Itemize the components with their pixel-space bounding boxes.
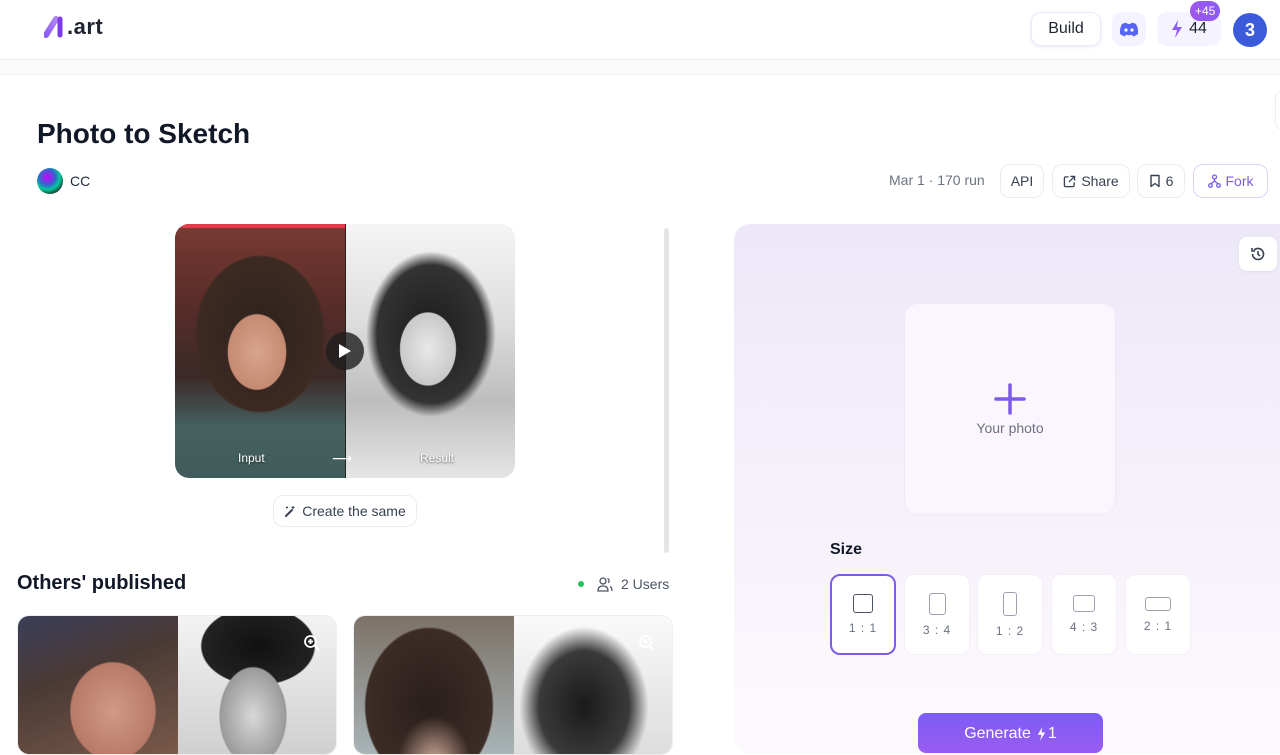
left-scrollbar[interactable] (664, 228, 669, 553)
share-label: Share (1081, 173, 1119, 189)
bookmark-button[interactable]: 6 (1137, 164, 1185, 198)
page-title: Photo to Sketch (37, 118, 251, 149)
square-shape-icon (853, 594, 873, 613)
author-avatar (37, 168, 63, 194)
bookmark-icon (1149, 174, 1160, 188)
subheader-bar (0, 60, 1280, 75)
online-dot (578, 581, 584, 587)
users-icon (597, 576, 613, 592)
play-button[interactable] (326, 332, 364, 370)
published-card[interactable] (17, 615, 337, 755)
users-label: 2 Users (621, 576, 670, 592)
size-option-label: 1 : 2 (995, 623, 1025, 638)
tall-shape-icon (1003, 591, 1017, 616)
size-option-label: 4 : 3 (1069, 620, 1099, 634)
size-option-label: 2 : 1 (1143, 618, 1173, 633)
fork-icon (1207, 174, 1221, 188)
plus-icon (994, 383, 1026, 415)
size-option-4-3[interactable]: 4 : 3 (1051, 574, 1117, 655)
size-option-3-4[interactable]: 3 : 4 (904, 574, 970, 655)
credits-count: 44 (1189, 20, 1207, 37)
upload-photo-dropzone[interactable]: Your photo (904, 303, 1116, 515)
generate-button[interactable]: Generate 1 (918, 713, 1103, 753)
play-icon (339, 344, 351, 358)
magic-wand-icon (285, 505, 295, 517)
card-input-image (18, 616, 178, 754)
fork-button[interactable]: Fork (1193, 164, 1268, 198)
run-meta: Mar 1 · 170 run (889, 172, 985, 188)
build-button[interactable]: Build (1031, 12, 1101, 46)
history-icon (1251, 247, 1265, 261)
discord-icon (1119, 22, 1139, 36)
lightning-icon (1172, 20, 1183, 38)
history-button[interactable] (1239, 237, 1277, 271)
zoom-in-icon[interactable] (303, 634, 321, 652)
input-image (175, 224, 345, 478)
portrait-shape-icon (928, 592, 946, 615)
credits-bonus-badge: +45 (1190, 1, 1221, 21)
lightning-icon (1037, 727, 1046, 741)
input-image-edge (175, 224, 345, 228)
zoom-in-icon[interactable] (638, 634, 656, 652)
upload-label: Your photo (976, 420, 1044, 436)
logo-text: .art (67, 14, 104, 39)
arrow-icon: ⟶ (332, 450, 353, 466)
author[interactable]: CC (37, 168, 90, 194)
size-label: Size (830, 541, 863, 558)
user-avatar[interactable]: 3 (1233, 13, 1267, 47)
size-option-2-1[interactable]: 2 : 1 (1125, 574, 1191, 655)
api-button[interactable]: API (1000, 164, 1044, 198)
fork-label: Fork (1225, 173, 1254, 189)
side-panel-edge (1275, 90, 1280, 130)
size-option-label: 3 : 4 (922, 622, 952, 637)
result-image (346, 224, 515, 478)
published-card[interactable] (353, 615, 673, 755)
author-name: CC (70, 173, 91, 189)
input-label: Input (238, 451, 265, 465)
share-icon (1064, 175, 1076, 187)
wide-shape-icon (1145, 596, 1171, 611)
users-count: 2 Users (578, 576, 669, 592)
generate-cost: 1 (1047, 725, 1057, 742)
discord-button[interactable] (1112, 12, 1146, 46)
size-option-1-2[interactable]: 1 : 2 (977, 574, 1043, 655)
size-option-1-1[interactable]: 1 : 1 (830, 574, 896, 655)
result-label: Result (420, 451, 455, 465)
logo-icon (44, 16, 63, 38)
others-published-title: Others' published (17, 572, 187, 594)
bookmark-count: 6 (1165, 173, 1174, 189)
generate-label: Generate (964, 725, 1031, 742)
size-option-label: 1 : 1 (848, 621, 878, 635)
preview-video[interactable]: Input ⟶ Result (175, 224, 515, 478)
landscape-shape-icon (1073, 595, 1095, 612)
share-button[interactable]: Share (1052, 164, 1130, 198)
logo[interactable]: .art (44, 14, 103, 40)
create-same-label: Create the same (302, 503, 406, 519)
card-input-image (354, 616, 514, 754)
create-same-button[interactable]: Create the same (273, 495, 417, 527)
